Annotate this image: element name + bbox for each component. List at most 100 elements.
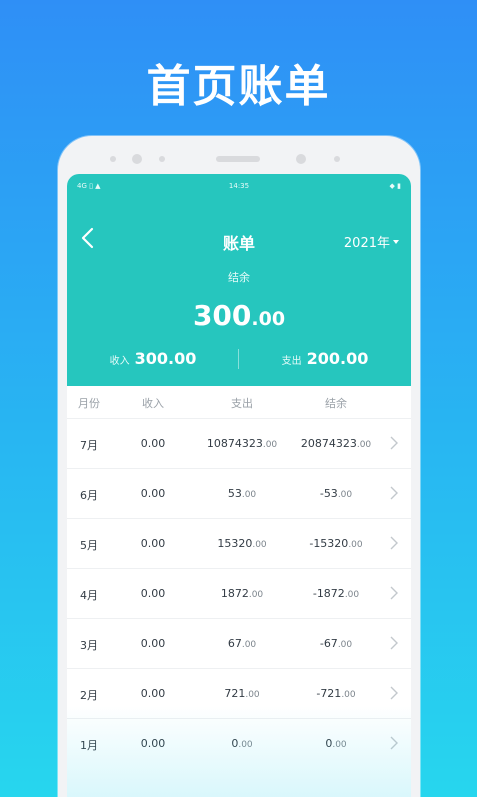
sensor-dot	[110, 156, 116, 162]
income-summary-value: 300.00	[134, 349, 197, 368]
phone-frame: 4G ▯ ▲ 14:35 ◆ ▮ 账单 2021年 结余 300.00 收入 3…	[58, 136, 420, 797]
table-row[interactable]: 5月 0.00 15320.00 -15320.00	[67, 518, 411, 568]
row-balance-int: -1872	[312, 587, 345, 600]
balance-decimal: .00	[251, 308, 286, 330]
chevron-right-icon	[390, 686, 398, 700]
table-row[interactable]: 6月 0.00 53.00 -53.00	[67, 468, 411, 518]
expense-summary: 支出 200.00	[239, 349, 411, 368]
row-income: 0.00	[140, 537, 166, 550]
row-income: 0.00	[140, 687, 166, 700]
row-expense: 1872.00	[205, 587, 279, 600]
chevron-right-icon	[390, 736, 398, 750]
row-expense-dec: .00	[248, 590, 264, 600]
chevron-right-icon	[390, 436, 398, 450]
expense-summary-label: 支出	[281, 356, 302, 367]
sensor-dot	[159, 156, 165, 162]
wifi-battery-icons: ◆ ▮	[389, 182, 401, 190]
expense-summary-value: 200.00	[306, 349, 369, 368]
row-month: 2月	[80, 689, 98, 702]
row-income: 0.00	[140, 587, 166, 600]
caret-down-icon	[393, 239, 399, 244]
balance-integer: 300	[192, 299, 252, 332]
row-expense-int: 67	[227, 637, 242, 650]
row-expense: 53.00	[205, 487, 279, 500]
header-balance: 结余	[325, 397, 347, 410]
row-balance-int: -15320	[309, 537, 349, 550]
row-balance: 0.00	[293, 737, 379, 750]
row-balance-int: -721	[316, 687, 342, 700]
row-balance-dec: .00	[341, 690, 356, 700]
income-expense-summary: 收入 300.00 支出 200.00	[67, 349, 411, 373]
row-expense-int: 15320	[217, 537, 253, 550]
row-expense-int: 721	[224, 687, 246, 700]
row-month: 6月	[80, 489, 98, 502]
row-balance-int: 20874323	[300, 437, 357, 450]
front-camera-icon	[296, 154, 306, 164]
header-month: 月份	[78, 397, 100, 410]
row-expense: 67.00	[205, 637, 279, 650]
chevron-right-icon	[390, 486, 398, 500]
chevron-right-icon	[390, 586, 398, 600]
income-summary: 收入 300.00	[67, 349, 239, 368]
sensor-dot	[334, 156, 340, 162]
header-expense: 支出	[231, 397, 253, 410]
row-balance-int: -67	[319, 637, 338, 650]
row-income: 0.00	[140, 437, 166, 450]
row-expense-int: 10874323	[206, 437, 263, 450]
row-expense: 10874323.00	[205, 437, 279, 450]
row-expense-dec: .00	[238, 740, 253, 750]
year-selector-label: 2021年	[343, 236, 390, 251]
row-balance: -1872.00	[293, 587, 379, 600]
table-row[interactable]: 3月 0.00 67.00 -67.00	[67, 618, 411, 668]
row-expense-dec: .00	[245, 690, 260, 700]
row-balance-dec: .00	[348, 540, 363, 550]
row-balance-dec: .00	[337, 490, 353, 500]
row-balance: -53.00	[293, 487, 379, 500]
row-expense-int: 1872	[220, 587, 249, 600]
header-income: 收入	[142, 397, 164, 410]
bill-header: 4G ▯ ▲ 14:35 ◆ ▮ 账单 2021年 结余 300.00 收入 3…	[67, 174, 411, 386]
row-income: 0.00	[140, 637, 166, 650]
status-time: 14:35	[228, 182, 250, 190]
speaker-grille	[216, 156, 260, 162]
row-balance-dec: .00	[356, 440, 372, 450]
balance-label: 结余	[228, 271, 250, 284]
table-row[interactable]: 2月 0.00 721.00 -721.00	[67, 668, 411, 718]
row-expense-dec: .00	[252, 540, 267, 550]
row-expense: 0.00	[205, 737, 279, 750]
row-expense-dec: .00	[262, 440, 278, 450]
row-expense-int: 53	[227, 487, 242, 500]
row-expense-dec: .00	[241, 490, 257, 500]
app-screen: 4G ▯ ▲ 14:35 ◆ ▮ 账单 2021年 结余 300.00 收入 3…	[67, 174, 411, 797]
row-balance-dec: .00	[337, 640, 353, 650]
row-month: 3月	[80, 639, 98, 652]
table-row[interactable]: 7月 0.00 10874323.00 20874323.00	[67, 418, 411, 468]
row-balance-dec: .00	[344, 590, 360, 600]
monthly-bill-list: 7月 0.00 10874323.00 20874323.00 6月 0.00 …	[67, 418, 411, 768]
chevron-right-icon	[390, 536, 398, 550]
table-header: 月份 收入 支出 结余	[67, 386, 411, 418]
row-expense-dec: .00	[241, 640, 257, 650]
row-expense: 15320.00	[205, 537, 279, 550]
row-balance: -15320.00	[293, 537, 379, 550]
row-expense: 721.00	[205, 687, 279, 700]
row-balance-int: -53	[319, 487, 338, 500]
chevron-right-icon	[390, 636, 398, 650]
year-selector[interactable]: 2021年	[344, 232, 399, 251]
promo-title: 首页账单	[146, 61, 331, 112]
table-row[interactable]: 4月 0.00 1872.00 -1872.00	[67, 568, 411, 618]
camera-icon	[132, 154, 142, 164]
status-bar: 4G ▯ ▲ 14:35 ◆ ▮	[67, 182, 411, 194]
row-month: 7月	[80, 439, 98, 452]
row-income: 0.00	[140, 737, 166, 750]
phone-top-bezel	[58, 136, 420, 174]
balance-amount: 300.00	[67, 299, 411, 332]
table-row[interactable]: 1月 0.00 0.00 0.00	[67, 718, 411, 768]
income-summary-label: 收入	[109, 356, 130, 367]
row-balance: -721.00	[293, 687, 379, 700]
row-month: 1月	[80, 739, 98, 752]
row-balance: -67.00	[293, 637, 379, 650]
row-income: 0.00	[140, 487, 166, 500]
row-balance-dec: .00	[332, 740, 347, 750]
row-balance: 20874323.00	[293, 437, 379, 450]
